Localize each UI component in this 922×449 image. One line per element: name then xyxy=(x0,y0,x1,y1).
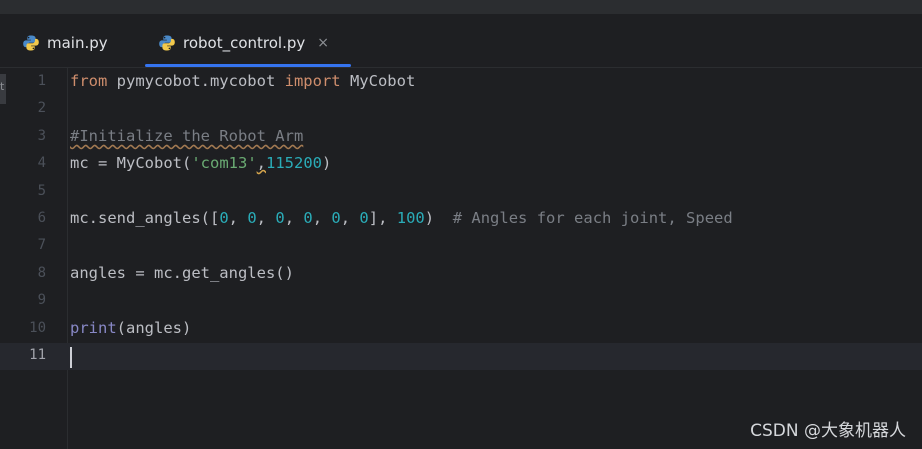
code-token: 115200 xyxy=(266,154,322,173)
line-number: 6 xyxy=(37,210,46,226)
line-number: 7 xyxy=(37,237,46,254)
window-top-bar xyxy=(0,0,922,14)
code-token: from xyxy=(70,72,108,90)
code-token: 0 xyxy=(331,209,341,227)
line-number: 5 xyxy=(37,182,46,199)
text-caret xyxy=(70,347,72,368)
code-line[interactable]: #Initialize the Robot Arm xyxy=(70,123,303,150)
line-number: 11 xyxy=(29,347,46,363)
code-token: , xyxy=(256,154,266,173)
code-line[interactable]: print(angles) xyxy=(70,315,191,342)
line-number: 1 xyxy=(37,73,46,89)
code-token: 100 xyxy=(396,209,425,227)
code-token: angles = mc.get_angles() xyxy=(70,263,294,282)
line-number: 4 xyxy=(37,155,46,172)
code-token: mc = MyCobot( xyxy=(70,154,192,173)
code-token: print xyxy=(70,318,117,337)
code-token: 'com13' xyxy=(191,154,257,173)
code-token: import xyxy=(284,72,341,90)
code-token: (angles) xyxy=(116,318,192,337)
code-line[interactable]: from pymycobot.mycobot import MyCobot xyxy=(70,68,415,95)
code-token: MyCobot xyxy=(340,72,416,90)
code-token: 0 xyxy=(359,209,369,227)
current-line-highlight xyxy=(0,343,922,370)
line-number: 3 xyxy=(37,127,46,144)
code-token: ) xyxy=(322,154,332,173)
code-token: , xyxy=(284,209,304,227)
line-number: 2 xyxy=(37,100,46,117)
code-token: # Angles for each joint, Speed xyxy=(452,209,733,227)
code-line[interactable]: angles = mc.get_angles() xyxy=(70,260,294,287)
code-token: 0 xyxy=(219,209,229,227)
line-number: 9 xyxy=(37,292,46,309)
editor-tab-bar: main.py robot_control.py × xyxy=(0,14,922,68)
python-icon xyxy=(159,35,175,51)
close-icon[interactable]: × xyxy=(317,35,329,51)
tab-label: robot_control.py xyxy=(183,34,306,52)
code-line[interactable]: mc.send_angles([0, 0, 0, 0, 0, 0], 100) … xyxy=(70,205,733,232)
code-token: #Initialize the Robot Arm xyxy=(70,126,304,145)
code-token: mc.send_angles([ xyxy=(70,209,220,227)
code-token: 0 xyxy=(247,209,257,227)
code-token: 0 xyxy=(303,209,313,227)
code-line[interactable]: mc = MyCobot('com13',115200) xyxy=(70,150,331,177)
tab-robot-control-py[interactable]: robot_control.py × xyxy=(158,28,329,58)
active-tab-indicator xyxy=(145,64,351,67)
code-token: ], xyxy=(368,209,397,227)
code-token: , xyxy=(228,209,248,227)
line-number: 8 xyxy=(37,264,46,281)
code-token: pymycobot.mycobot xyxy=(107,72,285,90)
code-token: , xyxy=(340,209,360,227)
code-token: , xyxy=(312,209,332,227)
watermark: CSDN @大象机器人 xyxy=(750,421,906,441)
line-number: 10 xyxy=(29,319,46,336)
code-token: 0 xyxy=(275,209,285,227)
python-icon xyxy=(23,35,39,51)
code-token: , xyxy=(256,209,276,227)
code-token: ) xyxy=(424,209,453,227)
tab-label: main.py xyxy=(47,34,108,52)
tab-main-py[interactable]: main.py xyxy=(22,28,108,58)
